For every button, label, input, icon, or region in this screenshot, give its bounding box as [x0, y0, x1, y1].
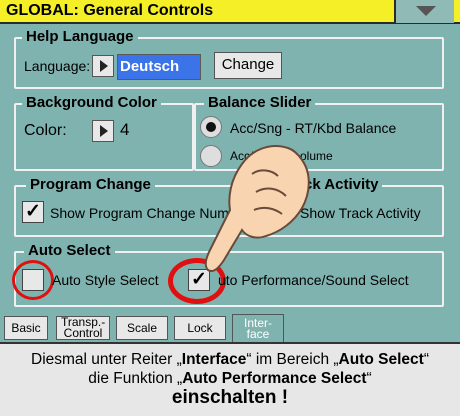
language-arrow-button[interactable] — [92, 55, 114, 77]
change-button[interactable]: Change — [214, 52, 282, 79]
balance-slider-title: Balance Slider — [204, 95, 316, 111]
color-arrow-button[interactable] — [92, 120, 114, 142]
highlight-circle — [12, 260, 54, 300]
tab-interface[interactable]: Inter-face — [232, 314, 284, 342]
window-title: GLOBAL: General Controls — [6, 2, 214, 19]
language-field[interactable]: Deutsch — [117, 54, 201, 80]
tab-lock[interactable]: Lock — [174, 316, 226, 340]
auto-style-select-label: Auto Style Select — [52, 272, 159, 288]
title-bar: GLOBAL: General Controls — [0, 0, 460, 24]
tab-scale[interactable]: Scale — [116, 316, 168, 340]
instruction-line-2: die Funktion „Auto Performance Select“ — [88, 370, 372, 387]
checkmark-icon: ✓ — [25, 201, 41, 222]
background-color-title: Background Color — [22, 95, 161, 111]
program-change-title: Program Change — [26, 177, 155, 193]
language-label: Language: — [24, 58, 91, 74]
tab-basic[interactable]: Basic — [4, 316, 48, 340]
language-value: Deutsch — [120, 58, 180, 75]
instruction-panel: Diesmal unter Reiter „Interface“ im Bere… — [0, 342, 460, 416]
menu-dropdown-button[interactable] — [394, 0, 454, 23]
play-arrow-icon — [100, 125, 108, 137]
chevron-down-icon — [416, 6, 436, 16]
help-language-title: Help Language — [22, 29, 138, 45]
instruction-line-3: einschalten ! — [171, 387, 289, 408]
tab-transp-control[interactable]: Transp.-Control — [56, 316, 110, 340]
auto-select-title: Auto Select — [24, 243, 115, 259]
color-value: 4 — [120, 120, 130, 139]
program-change-checkbox[interactable]: ✓ — [22, 201, 44, 223]
pointing-hand-icon — [204, 145, 310, 272]
instruction-line-1: Diesmal unter Reiter „Interface“ im Bere… — [31, 351, 429, 368]
balance-radio-option1[interactable] — [200, 116, 222, 138]
play-arrow-icon — [100, 60, 108, 72]
balance-option1-label: Acc/Sng - RT/Kbd Balance — [230, 120, 397, 136]
color-label: Color: — [24, 122, 67, 139]
